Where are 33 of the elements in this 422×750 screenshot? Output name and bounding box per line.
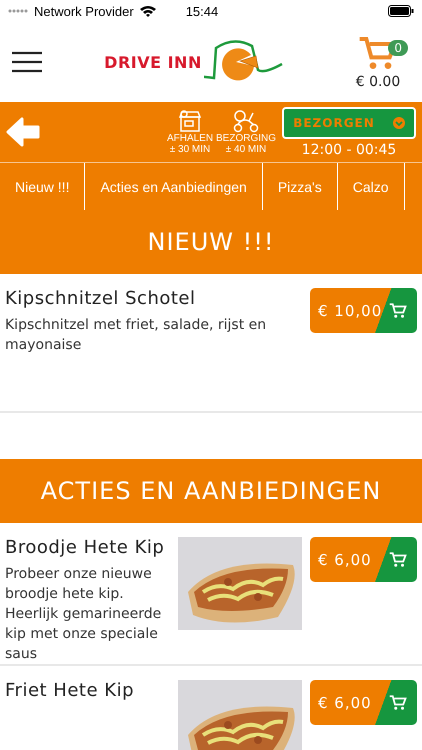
mode-label: AFHALEN — [166, 133, 214, 144]
item-name: Broodje Hete Kip — [5, 537, 166, 558]
cart-icon — [389, 302, 407, 320]
cart-icon — [389, 694, 407, 712]
wifi-icon — [140, 5, 156, 17]
opening-hours: 12:00 - 00:45 — [302, 142, 396, 158]
cart-total: € 0.00 — [356, 74, 400, 90]
clock-time: 15:44 — [186, 4, 220, 18]
add-to-cart-button[interactable]: € 6,00 — [310, 680, 417, 725]
carrier-name: Network Provider — [34, 4, 134, 18]
signal-icon — [8, 9, 28, 13]
price-text: € 10,00 — [318, 302, 382, 320]
cart-count-badge: 0 — [388, 40, 408, 56]
section-title: NIEUW !!! — [148, 228, 274, 256]
mode-label: BEZORGING — [216, 133, 276, 144]
mode-time: ± 30 MIN — [170, 144, 210, 155]
item-name: Friet Hete Kip — [5, 680, 135, 701]
logo-text: DRIVE INN — [104, 52, 202, 72]
cart-icon — [389, 550, 407, 568]
item-name: Kipschnitzel Schotel — [5, 288, 197, 309]
add-to-cart-button[interactable]: € 10,00 — [310, 288, 417, 333]
battery-icon — [388, 5, 414, 17]
item-description: Kipschnitzel met friet, salade, rijst en mayonaise — [5, 316, 268, 355]
add-to-cart-button[interactable]: € 6,00 — [310, 537, 417, 582]
mode-time: ± 40 MIN — [226, 144, 266, 155]
menu-icon[interactable] — [12, 51, 42, 73]
chevron-down-icon — [392, 116, 405, 128]
price-text: € 6,00 — [318, 550, 372, 568]
back-arrow-icon[interactable] — [6, 117, 40, 147]
price-text: € 6,00 — [318, 694, 372, 712]
section-title: ACTIES EN AANBIEDINGEN — [40, 477, 382, 505]
shop-icon — [178, 109, 202, 133]
item-description: Probeer onze nieuwe broodje hete kip. Heerlijk gemarineerde kip met onze speciale saus — [5, 565, 162, 664]
